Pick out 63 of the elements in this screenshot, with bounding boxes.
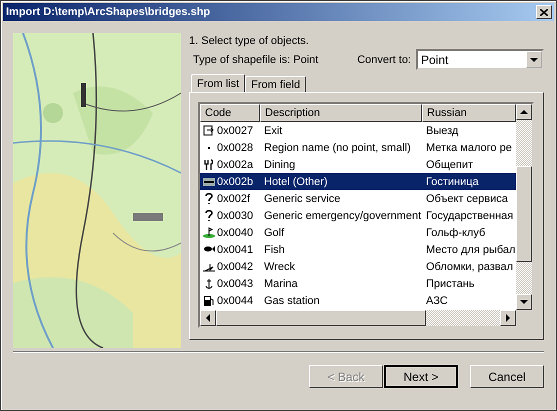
code-cell: 0x0040 (217, 226, 254, 238)
code-cell: 0x002a (217, 158, 254, 170)
description-cell-text: Marina (263, 278, 299, 290)
description-cell-text: Gas station (263, 294, 321, 306)
question-icon (203, 192, 215, 204)
tab[interactable]: From list (191, 74, 246, 92)
russian-cell-text: Гостиница (425, 176, 480, 188)
code-cell: 0x0043 (217, 278, 254, 290)
description-cell-text: Dining (263, 158, 296, 170)
russian-cell-text: Выезд (425, 124, 460, 136)
golf-flag-icon (203, 226, 215, 238)
arrow-icon (520, 109, 528, 115)
close-button[interactable] (536, 5, 552, 19)
vertical-scrollbar[interactable] (516, 104, 532, 310)
fuel-pump-icon (203, 294, 215, 306)
description-cell-text: Fish (263, 244, 286, 256)
column-header[interactable]: Description (260, 104, 422, 122)
code-cell: 0x002f (217, 192, 250, 204)
fork-knife-icon (203, 158, 215, 170)
window-title: Import D:\temp\ArcShapes\bridges.shp (6, 6, 210, 18)
convert-label: Convert to: (357, 54, 411, 66)
russian-cell-text: АЗС (425, 294, 449, 306)
arrow-icon (205, 314, 211, 322)
russian-cell-text: Метка малого ре (425, 142, 513, 154)
description-cell-text: Region name (no point, small) (263, 142, 412, 154)
russian-cell-text: Место для рыбал (425, 244, 516, 256)
russian-cell-text: Обломки, развал (425, 260, 514, 272)
column-header[interactable]: Code (200, 104, 260, 122)
close-icon (540, 8, 548, 16)
arrow-icon (520, 299, 528, 305)
dialog-button[interactable]: Cancel (470, 365, 544, 388)
code-cell: 0x0042 (217, 260, 254, 272)
description-cell-text: Wreck (263, 260, 296, 272)
convert-dropdown[interactable]: Point (416, 49, 544, 70)
description-cell-text: Golf (263, 226, 286, 238)
russian-cell-text: Государственная (425, 210, 514, 222)
bed-icon (203, 176, 215, 188)
tab[interactable]: From field (245, 76, 306, 92)
russian-cell-text: Гольф-клуб (425, 226, 486, 238)
code-cell: 0x0027 (217, 124, 254, 136)
dialog-button[interactable]: Next > (384, 365, 458, 388)
step-heading: 1. Select type of objects. (189, 35, 310, 47)
russian-cell-text: Объект сервиса (425, 192, 509, 204)
question-icon (203, 210, 215, 222)
description-cell-text: Generic service (263, 192, 342, 204)
list-row[interactable]: 0x002b Hotel (Other) Гостиница (200, 173, 516, 190)
description-cell-text: Hotel (Other) (263, 176, 329, 188)
russian-cell-text: Пристань (425, 278, 476, 290)
arrow-icon (505, 314, 511, 322)
column-header[interactable]: Russian (422, 104, 516, 122)
shapefile-type-label: Type of shapefile is: Point (193, 54, 318, 66)
horizontal-scrollbar[interactable] (200, 310, 516, 326)
code-cell: 0x0030 (217, 210, 254, 222)
exit-icon (203, 124, 215, 136)
code-cell: 0x002b (217, 176, 254, 188)
description-cell-text: Exit (263, 124, 284, 136)
code-cell: 0x0044 (217, 294, 254, 306)
arrow-icon (530, 56, 538, 62)
description-cell-text: Generic emergency/government (263, 210, 422, 222)
code-cell: 0x0028 (217, 142, 254, 154)
anchor-icon (203, 278, 215, 290)
russian-cell-text: Общепит (425, 158, 474, 170)
code-cell: 0x0041 (217, 244, 254, 256)
